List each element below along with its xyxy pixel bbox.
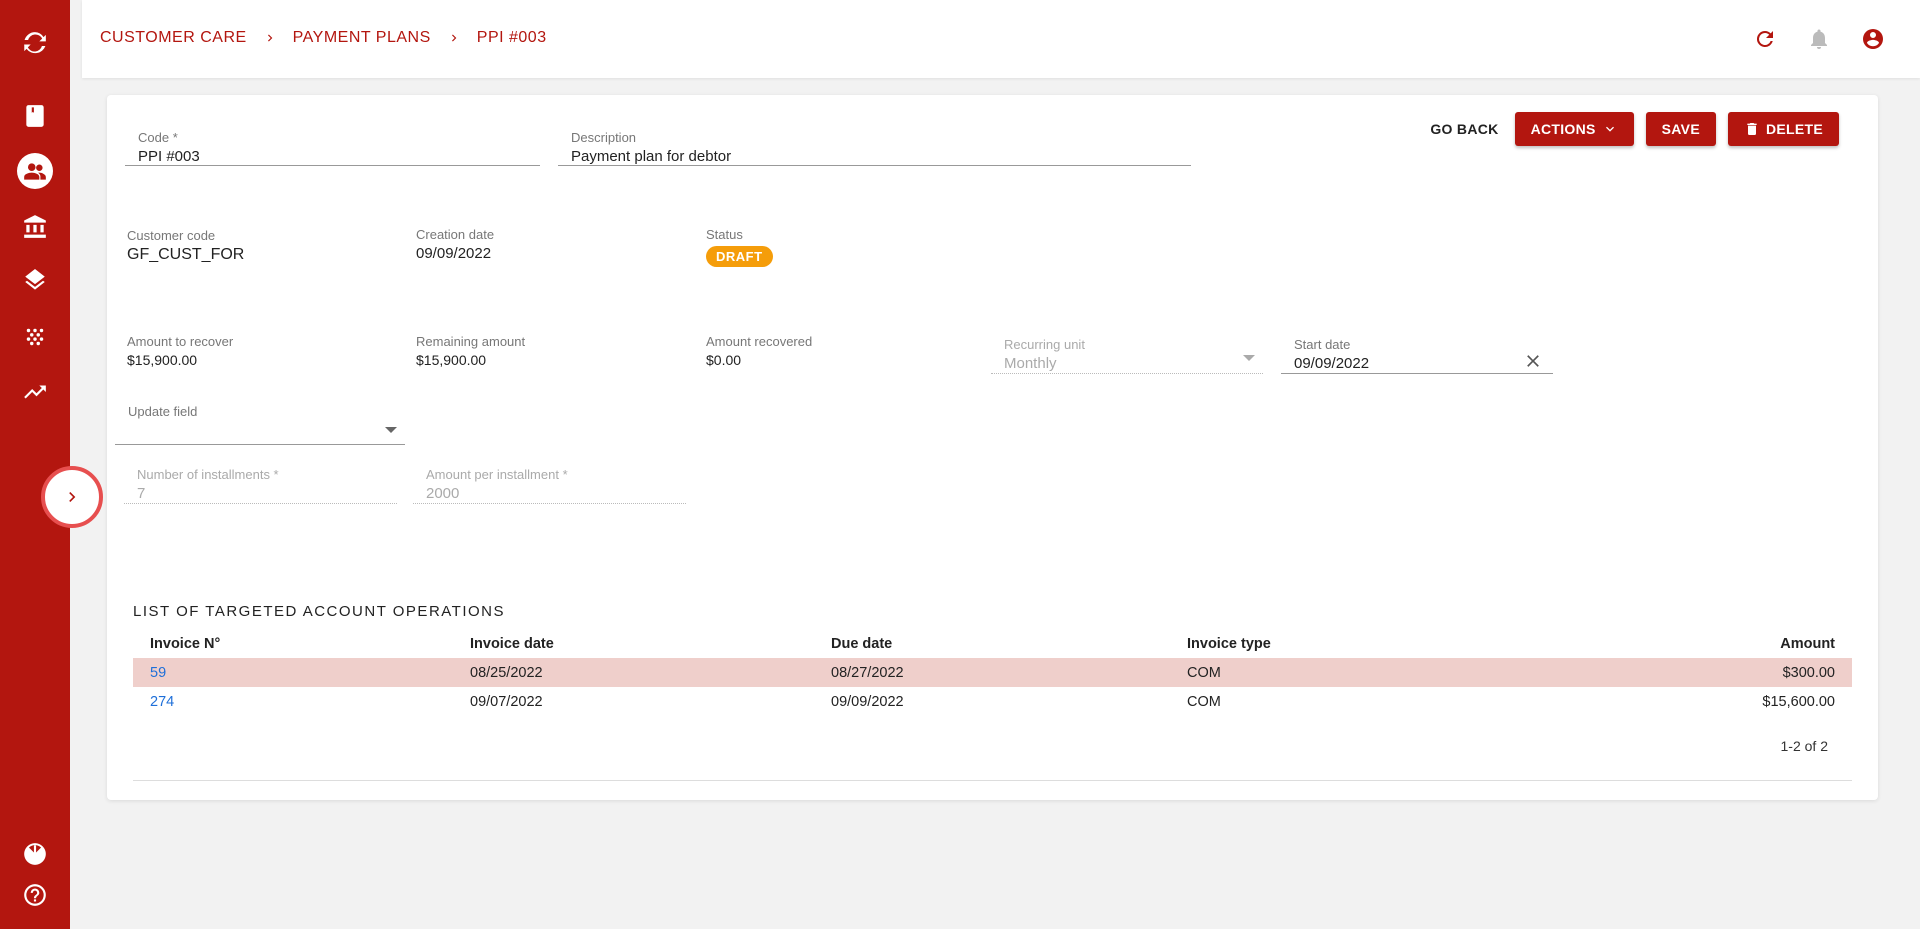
status-label: Status [706,227,743,242]
actions-label: ACTIONS [1530,121,1596,137]
amount-recovered-value: $0.00 [706,352,742,368]
bank-icon[interactable] [17,209,53,245]
start-date-field[interactable]: Start date 09/09/2022 [1281,337,1553,374]
pagination-info: 1-2 of 2 [1780,738,1828,754]
recurring-unit-label: Recurring unit [1004,337,1085,352]
trending-up-icon[interactable] [17,374,53,410]
recurring-unit-value: Monthly [1004,355,1057,372]
invoice-link[interactable]: 274 [133,687,453,716]
update-field-select[interactable]: Update field [115,404,405,445]
amount-recovered-label: Amount recovered [706,334,813,349]
due-date-cell: 08/27/2022 [814,658,1170,687]
breadcrumb: CUSTOMER CARE PAYMENT PLANS PPI #003 [100,29,547,47]
code-field[interactable]: Code * PPI #003 [125,130,540,166]
creation-date-field: Creation date 09/09/2022 [416,227,494,262]
save-label: SAVE [1661,121,1700,137]
col-invoice-number[interactable]: Invoice N° [133,630,453,658]
number-of-installments-field[interactable]: Number of installments * 7 [124,467,397,504]
amount-to-recover-value: $15,900.00 [127,352,198,368]
account-icon[interactable] [1860,26,1886,52]
payment-plan-card: GO BACK ACTIONS SAVE DELETE Code * PPI #… [107,95,1878,800]
customers-icon[interactable] [17,153,53,189]
language-flag-icon[interactable] [17,836,53,872]
amount-cell: $15,600.00 [1762,693,1835,710]
book-icon[interactable] [17,98,53,134]
description-field[interactable]: Description Payment plan for debtor [558,130,1191,166]
caret-down-icon [385,427,397,433]
sidebar [0,0,70,929]
start-date-value: 09/09/2022 [1294,355,1370,372]
table-header-row: Invoice N° Invoice date Due date Invoice… [133,630,1852,658]
chevron-right-icon [69,492,76,502]
remaining-amount-field: Remaining amount $15,900.00 [416,334,525,368]
col-due-date[interactable]: Due date [814,630,1170,658]
breadcrumb-payment-plans[interactable]: PAYMENT PLANS [293,29,431,47]
recurring-unit-select[interactable]: Recurring unit Monthly [991,337,1263,374]
amount-recovered-field: Amount recovered $0.00 [706,334,812,368]
clear-icon[interactable] [1523,351,1543,371]
code-label: Code * [138,130,178,145]
delete-button[interactable]: DELETE [1727,112,1839,146]
dots-grid-icon[interactable] [17,319,53,355]
delete-label: DELETE [1765,121,1823,137]
amount-per-installment-label: Amount per installment * [426,467,568,482]
remaining-amount-value: $15,900.00 [416,352,487,368]
table-row[interactable]: 274 09/07/2022 09/09/2022 COM $15,600.00 [133,687,1852,716]
amount-cell: $300.00 [1528,658,1852,687]
bell-icon[interactable] [1806,26,1832,52]
code-value: PPI #003 [138,148,200,165]
customer-code-label: Customer code [127,228,216,243]
table-row[interactable]: 59 08/25/2022 08/27/2022 COM $300.00 [133,658,1852,687]
installments-label: Number of installments * [137,467,279,482]
app-logo-icon[interactable] [17,25,53,61]
expand-sidebar-button[interactable] [41,466,103,528]
start-date-label: Start date [1294,337,1351,352]
layers-icon[interactable] [17,264,53,300]
description-label: Description [571,130,637,145]
chevron-down-icon [1605,126,1614,132]
update-field-label: Update field [128,404,198,419]
status-badge: DRAFT [706,246,773,267]
breadcrumb-customer-care[interactable]: CUSTOMER CARE [100,29,247,47]
top-bar: CUSTOMER CARE PAYMENT PLANS PPI #003 [82,0,1920,78]
description-value: Payment plan for debtor [571,148,732,165]
trash-icon [1747,123,1757,135]
operations-table: Invoice N° Invoice date Due date Invoice… [133,630,1852,716]
amount-per-installment-value: 2000 [426,485,460,502]
operations-section-title: LIST OF TARGETED ACCOUNT OPERATIONS [133,603,505,620]
breadcrumb-current: PPI #003 [476,29,547,46]
table-divider [133,780,1852,781]
invoice-link[interactable]: 59 [133,658,453,687]
amount-to-recover-field: Amount to recover $15,900.00 [127,334,233,368]
col-invoice-date[interactable]: Invoice date [453,630,814,658]
actions-button[interactable]: ACTIONS [1514,112,1634,146]
creation-date-value: 09/09/2022 [416,245,492,262]
creation-date-label: Creation date [416,227,495,242]
customer-code-field: Customer code GF_CUST_FOR [127,228,244,264]
amount-per-installment-field[interactable]: Amount per installment * 2000 [413,467,686,504]
chevron-right-icon [263,31,277,45]
refresh-icon[interactable] [1752,26,1778,52]
help-icon[interactable] [17,877,53,913]
invoice-date-cell: 08/25/2022 [453,658,814,687]
due-date-cell: 09/09/2022 [831,693,904,710]
remaining-amount-label: Remaining amount [416,334,526,349]
customer-code-link[interactable]: GF_CUST_FOR [127,246,244,264]
col-invoice-type[interactable]: Invoice type [1170,630,1528,658]
chevron-right-icon [447,31,461,45]
action-buttons: GO BACK ACTIONS SAVE DELETE [1426,112,1839,146]
invoice-type-cell: COM [1170,658,1529,687]
invoice-type-cell: COM [1187,693,1221,710]
save-button[interactable]: SAVE [1645,112,1716,146]
col-amount[interactable]: Amount [1528,630,1852,658]
status-field: Status DRAFT [706,227,773,267]
amount-to-recover-label: Amount to recover [127,334,234,349]
caret-down-icon [1243,355,1255,361]
installments-value: 7 [137,485,146,502]
go-back-button[interactable]: GO BACK [1426,113,1502,145]
invoice-date-cell: 09/07/2022 [470,693,543,710]
